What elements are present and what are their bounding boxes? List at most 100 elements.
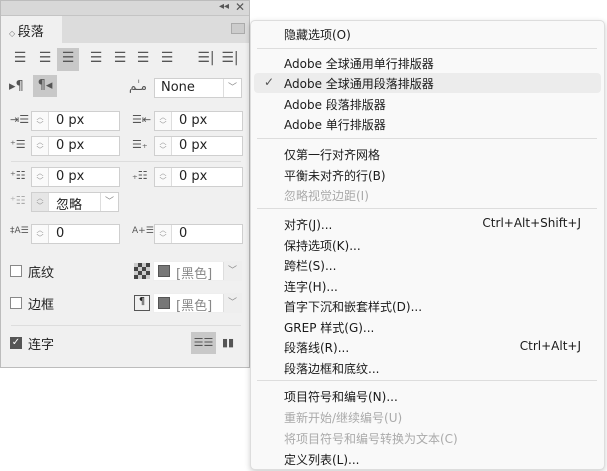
menu-item-label: 仅第一行对齐网格 bbox=[284, 148, 381, 162]
menu-item[interactable]: Adobe 段落排版器 bbox=[251, 94, 604, 114]
paragraph-panel: ◂◂ ✕ ◇ 段落 ☰ ☰ ☰ ☰ ☰ ☰ ☰ ☰| ☰| ▸¶ ¶◂ مـٰم None ﹀ ⇥… bbox=[0, 0, 250, 368]
right-to-left-icon[interactable]: ¶◂ bbox=[33, 75, 57, 97]
menu-separator bbox=[257, 138, 597, 139]
border-label: 边框 bbox=[28, 298, 55, 313]
menu-item[interactable]: ✓ Adobe 全球通用段落排版器 bbox=[254, 73, 601, 93]
chevron-down-icon: ﹀ bbox=[223, 262, 241, 280]
align-center-icon[interactable]: ☰ bbox=[34, 48, 56, 71]
panel-flyout-menu: 隐藏选项(O) Adobe 全球通用单行排版器 ✓ Adobe 全球通用段落排版器 Ad… bbox=[250, 20, 605, 470]
stepper[interactable]: ︿ ﹀ bbox=[32, 193, 49, 211]
stepper[interactable]: ︿ ﹀ bbox=[32, 225, 49, 243]
panel-titlebar: ◂◂ ✕ bbox=[1, 0, 249, 16]
space-after-field[interactable]: ︿ ﹀ 0 px bbox=[154, 167, 243, 187]
drop-cap-chars-field[interactable]: ︿ ﹀ 0 bbox=[154, 224, 243, 244]
menu-item-label: 忽略视觉边距(I) bbox=[284, 189, 369, 203]
stepper[interactable]: ︿ ﹀ bbox=[32, 168, 49, 186]
first-line-indent-field[interactable]: ︿ ﹀ 0 px bbox=[31, 136, 120, 156]
align-right-icon[interactable]: ☰ bbox=[57, 48, 79, 71]
stepper[interactable]: ︿ ﹀ bbox=[155, 225, 172, 243]
menu-item-label: 段落边框和底纹... bbox=[284, 362, 380, 376]
justify-all-icon[interactable]: ☰ bbox=[156, 48, 178, 71]
drop-cap-lines-icon: ‡A☰ bbox=[10, 226, 29, 236]
menu-item-label: GREP 样式(G)... bbox=[284, 321, 375, 335]
close-icon[interactable]: ✕ bbox=[235, 0, 245, 14]
divider bbox=[11, 161, 241, 162]
color-swatch bbox=[158, 297, 170, 309]
hyphenate-checkbox[interactable]: ✓ bbox=[10, 337, 22, 349]
menu-item-label: 平衡未对齐的行(B) bbox=[284, 169, 386, 183]
menu-item[interactable]: 平衡未对齐的行(B) bbox=[251, 165, 604, 185]
drop-cap-lines-field[interactable]: ︿ ﹀ 0 bbox=[31, 224, 120, 244]
stepper[interactable]: ︿ ﹀ bbox=[32, 137, 49, 155]
stepper[interactable]: ︿ ﹀ bbox=[155, 137, 172, 155]
justify-right-icon[interactable]: ☰ bbox=[132, 48, 154, 71]
menu-item-label: 段落线(R)... bbox=[284, 341, 350, 355]
tab-paragraph[interactable]: ◇ 段落 bbox=[1, 16, 62, 43]
no-span-columns-icon[interactable]: ☰☰ bbox=[191, 332, 216, 354]
left-to-right-icon[interactable]: ▸¶ bbox=[9, 79, 24, 94]
menu-item-label: 连字(H)... bbox=[284, 280, 338, 294]
menu-item-label: 对齐(J)... bbox=[284, 218, 333, 232]
space-between-icon: ⁺☷ bbox=[10, 194, 26, 207]
stepper[interactable]: ︿ ﹀ bbox=[155, 168, 172, 186]
tab-toggle-icon: ◇ bbox=[9, 29, 18, 38]
menu-item-shortcut: Ctrl+Alt+J bbox=[519, 339, 581, 353]
justify-center-icon[interactable]: ☰ bbox=[109, 48, 131, 71]
justify-left-icon[interactable]: ☰ bbox=[85, 48, 107, 71]
left-indent-field[interactable]: ︿ ﹀ 0 px bbox=[31, 111, 120, 131]
color-swatch bbox=[158, 265, 170, 277]
menu-item: 重新开始/继续编号(U) bbox=[251, 407, 604, 427]
border-color-select[interactable]: [黑色] ﹀ bbox=[153, 293, 242, 314]
menu-item[interactable]: 首字下沉和嵌套样式(D)... bbox=[251, 296, 604, 316]
stepper[interactable]: ︿ ﹀ bbox=[32, 112, 49, 130]
menu-item-label: 保持选项(K)... bbox=[284, 239, 361, 253]
collapse-icon[interactable]: ◂◂ bbox=[219, 1, 229, 12]
space-after-icon: ₊☷ bbox=[132, 169, 148, 182]
chevron-down-icon: ﹀ bbox=[100, 193, 118, 211]
panel-menu-button[interactable] bbox=[231, 23, 245, 34]
menu-item[interactable]: 段落边框和底纹... bbox=[251, 358, 604, 378]
shading-label: 底纹 bbox=[28, 266, 55, 281]
menu-item-label: 重新开始/继续编号(U) bbox=[284, 411, 403, 425]
menu-item[interactable]: 定义列表(L)... bbox=[251, 449, 604, 469]
menu-item[interactable]: 跨栏(S)... bbox=[251, 255, 604, 275]
menu-separator bbox=[257, 208, 597, 209]
menu-item[interactable]: 对齐(J)... Ctrl+Alt+Shift+J bbox=[251, 214, 604, 234]
chevron-down-icon: ﹀ bbox=[223, 294, 241, 312]
menu-item[interactable]: 仅第一行对齐网格 bbox=[251, 144, 604, 164]
chevron-down-icon: ﹀ bbox=[223, 79, 241, 97]
shading-swatch-icon[interactable] bbox=[134, 263, 150, 279]
align-left-icon[interactable]: ☰ bbox=[9, 48, 31, 71]
menu-item[interactable]: 连字(H)... bbox=[251, 276, 604, 296]
direction-select[interactable]: None ﹀ bbox=[154, 78, 242, 98]
menu-item-label: Adobe 全球通用单行排版器 bbox=[284, 57, 434, 71]
align-towards-spine-icon[interactable]: ☰| bbox=[195, 48, 217, 71]
drop-cap-chars-icon: A+☰ bbox=[132, 226, 154, 236]
last-line-indent-field[interactable]: ︿ ﹀ 0 px bbox=[154, 136, 243, 156]
menu-item[interactable]: 项目符号和编号(N)... bbox=[251, 386, 604, 406]
menu-separator bbox=[257, 380, 597, 381]
space-between-select[interactable]: ︿ ﹀ 忽略 ﹀ bbox=[31, 192, 119, 213]
hyphenate-label: 连字 bbox=[28, 338, 55, 353]
space-before-icon: ⁺☷ bbox=[10, 169, 26, 182]
menu-item: 忽略视觉边距(I) bbox=[251, 185, 604, 205]
right-indent-field[interactable]: ︿ ﹀ 0 px bbox=[154, 111, 243, 131]
menu-item[interactable]: 段落线(R)... Ctrl+Alt+J bbox=[251, 337, 604, 357]
menu-item[interactable]: 保持选项(K)... bbox=[251, 235, 604, 255]
menu-item[interactable]: Adobe 全球通用单行排版器 bbox=[251, 53, 604, 73]
direction-value: None bbox=[161, 80, 195, 95]
align-away-from-spine-icon[interactable]: ☰| bbox=[219, 48, 241, 71]
checkmark-icon: ✓ bbox=[264, 75, 275, 89]
menu-item[interactable]: GREP 样式(G)... bbox=[251, 317, 604, 337]
border-checkbox[interactable] bbox=[10, 297, 22, 309]
span-columns-icon[interactable]: ▮▮ bbox=[222, 336, 234, 349]
shading-color-select[interactable]: [黑色] ﹀ bbox=[153, 261, 242, 282]
stepper[interactable]: ︿ ﹀ bbox=[155, 112, 172, 130]
space-before-field[interactable]: ︿ ﹀ 0 px bbox=[31, 167, 120, 187]
menu-item[interactable]: 隐藏选项(O) bbox=[251, 24, 604, 44]
menu-item[interactable]: Adobe 单行排版器 bbox=[251, 114, 604, 134]
menu-item-label: 项目符号和编号(N)... bbox=[284, 390, 398, 404]
border-pilcrow-icon[interactable]: ¶ bbox=[134, 295, 150, 311]
shading-checkbox[interactable] bbox=[10, 265, 22, 277]
menu-item-label: 隐藏选项(O) bbox=[284, 28, 351, 42]
